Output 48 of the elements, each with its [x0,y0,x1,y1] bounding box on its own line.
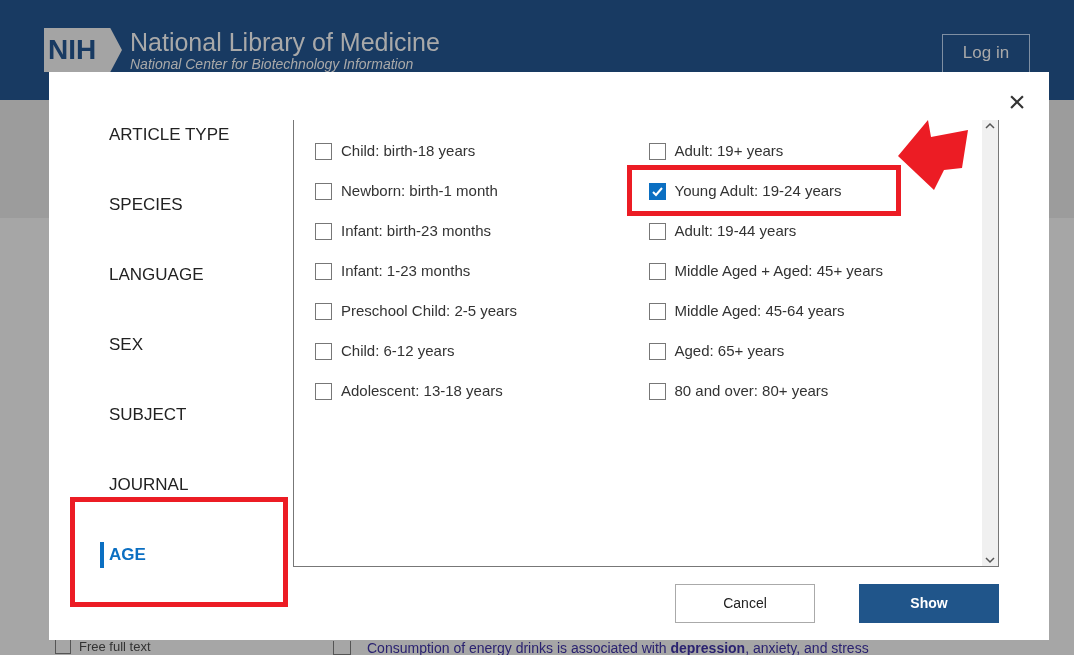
checkbox[interactable] [648,262,666,280]
option-label[interactable]: Young Adult: 19-24 years [674,179,842,203]
result-title[interactable]: Consumption of energy drinks is associated with depression, anxiety, and stress [367,641,869,655]
show-button[interactable]: Show [859,584,999,623]
checkbox[interactable] [648,142,666,160]
checkbox[interactable] [648,382,666,400]
option-label[interactable]: Infant: birth-23 months [341,219,492,243]
filter-tab[interactable]: ARTICLE TYPE [109,122,230,148]
filter-tab[interactable]: AGE [109,542,146,568]
checkbox[interactable] [315,342,332,360]
option-label[interactable]: Infant: 1-23 months [341,259,471,283]
checkbox[interactable] [315,382,332,400]
nih-logo: NIH [44,28,122,72]
checkbox[interactable] [315,142,332,160]
checkbox[interactable] [315,222,332,240]
scroll-up-icon[interactable] [985,122,995,130]
option-label[interactable]: Adult: 19+ years [674,139,784,163]
option-label[interactable]: Adult: 19-44 years [674,219,797,243]
filter-tab[interactable]: SEX [109,332,144,358]
checkbox[interactable] [315,262,332,280]
scroll-down-icon[interactable] [985,556,995,564]
checkbox[interactable] [333,641,351,655]
option-label[interactable]: Middle Aged + Aged: 45+ years [674,259,883,283]
option-label[interactable]: Newborn: birth-1 month [341,179,498,203]
site-subtitle: National Center for Biotechnology Information [130,57,415,71]
option-label[interactable]: Preschool Child: 2-5 years [341,299,517,323]
site-title: National Library of Medicine [130,30,440,55]
option-label[interactable]: Adolescent: 13-18 years [341,379,503,403]
selection-bar [100,542,104,568]
checkbox[interactable] [648,222,666,240]
option-label[interactable]: Middle Aged: 45-64 years [674,299,845,323]
cancel-button[interactable]: Cancel [675,584,815,623]
checkbox[interactable] [648,302,666,320]
filter-tab[interactable]: JOURNAL [109,472,189,498]
option-label[interactable]: Child: birth-18 years [341,139,476,163]
option-label[interactable]: Child: 6-12 years [341,339,455,363]
filter-tab[interactable]: SUBJECT [109,402,187,428]
close-button[interactable]: × [1003,86,1031,118]
checkbox[interactable] [315,302,332,320]
option-label[interactable]: Aged: 65+ years [674,339,785,363]
checkbox[interactable] [648,342,666,360]
scrollbar[interactable] [982,120,998,566]
filter-label: Free full text [79,640,151,654]
option-label[interactable]: 80 and over: 80+ years [674,379,829,403]
filter-tab[interactable]: SPECIES [109,192,183,218]
checkbox[interactable] [648,182,666,200]
filter-tab[interactable]: LANGUAGE [109,262,204,288]
checkbox[interactable] [315,182,332,200]
